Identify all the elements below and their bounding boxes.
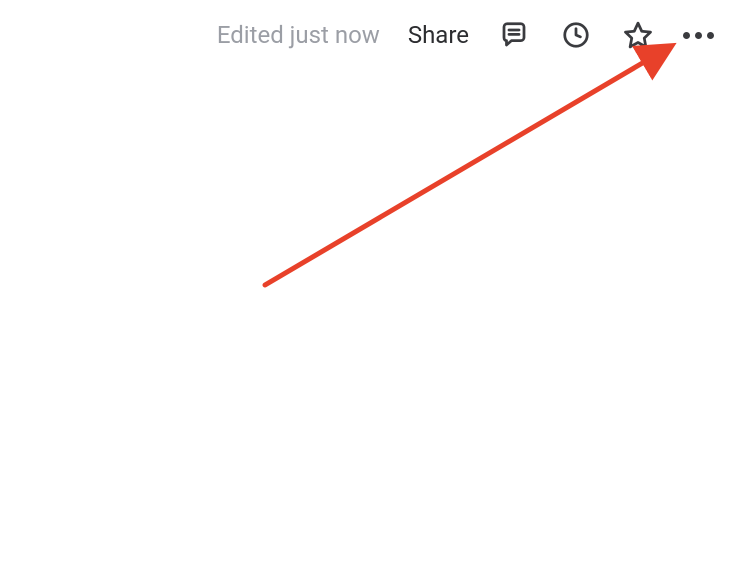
edit-status: Edited just now xyxy=(217,21,380,49)
toolbar: Edited just now Share xyxy=(217,18,714,52)
more-options-icon[interactable] xyxy=(683,32,714,39)
history-icon[interactable] xyxy=(559,18,593,52)
comments-icon[interactable] xyxy=(497,18,531,52)
share-button[interactable]: Share xyxy=(408,21,469,49)
annotation-arrow xyxy=(0,0,732,568)
star-icon[interactable] xyxy=(621,18,655,52)
